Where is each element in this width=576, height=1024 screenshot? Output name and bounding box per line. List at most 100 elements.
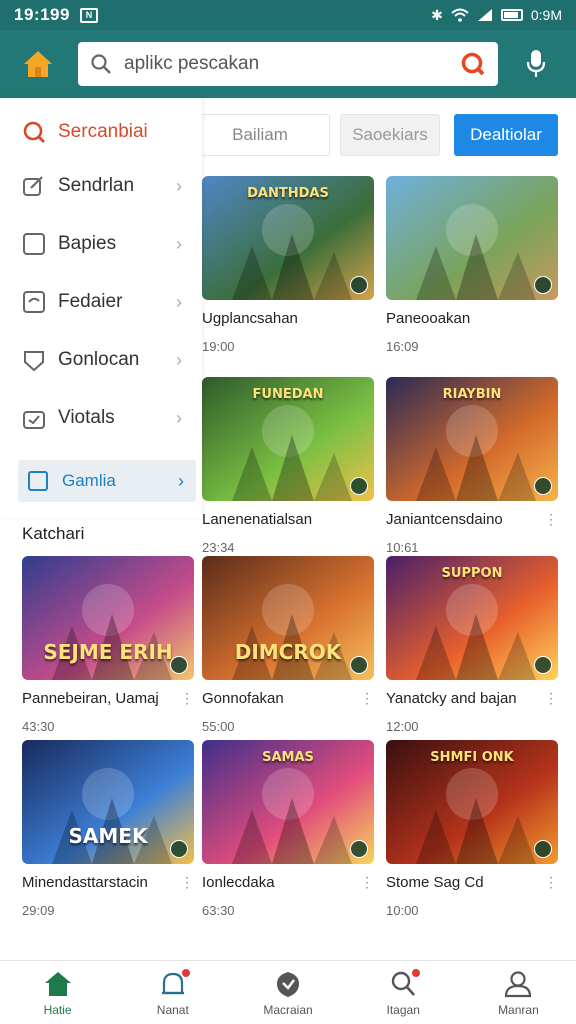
gift-icon — [23, 411, 45, 429]
search-bar[interactable]: aplikc pescakan — [78, 42, 498, 86]
more-options-icon[interactable]: ⋮ — [180, 690, 194, 707]
more-options-icon[interactable]: ⋮ — [360, 690, 374, 707]
video-title[interactable]: Ionlecdaka — [202, 874, 374, 891]
video-card[interactable]: Paneooakan 16:09 — [386, 176, 558, 354]
video-duration: 19:00 — [202, 339, 235, 354]
mic-button[interactable] — [522, 44, 550, 84]
video-title[interactable]: Yanatcky and bajan — [386, 690, 558, 707]
thumbnail-title: RIAYBIN — [442, 387, 502, 402]
play-badge-icon — [350, 840, 368, 858]
chip-bailiam[interactable]: Bailiam — [190, 114, 330, 156]
video-duration: 16:09 — [386, 339, 419, 354]
nav-macraian[interactable]: Macraian — [230, 961, 345, 1024]
video-thumbnail[interactable]: SAMAS — [202, 740, 374, 864]
drawer-item-label: Gamlia — [62, 471, 116, 490]
drawer-item-label: Viotals — [58, 407, 115, 428]
shield-icon — [273, 969, 303, 999]
more-options-icon[interactable]: ⋮ — [544, 690, 558, 707]
video-title[interactable]: Janiantcensdaino — [386, 511, 558, 528]
play-badge-icon — [534, 276, 552, 294]
nav-notifications[interactable]: Nanat — [115, 961, 230, 1024]
video-card[interactable]: DANTHDAS Ugplancsahan 19:00 — [202, 176, 374, 354]
video-card[interactable]: SAMEK Minendasttarstacin 29:09 ⋮ — [22, 740, 194, 918]
checkbox-icon — [28, 471, 48, 491]
notification-dot — [412, 968, 421, 977]
notification-dot — [181, 968, 190, 977]
more-options-icon[interactable]: ⋮ — [360, 874, 374, 891]
drawer-item-viotals[interactable]: Viotals › — [0, 392, 202, 444]
video-card[interactable]: SEJME ERIH Pannebeiran, Uamaj 43:30 ⋮ — [22, 556, 194, 734]
thumbnail-title: SEJME ERIH — [43, 640, 173, 664]
drawer-item-sendrlan[interactable]: Sendrlan › — [0, 160, 202, 212]
search-icon — [91, 54, 111, 74]
drawer-item-fedaier[interactable]: Fedaier › — [0, 276, 202, 328]
search-icon — [23, 121, 45, 143]
video-thumbnail[interactable]: SAMEK — [22, 740, 194, 864]
thumbnail-title: DANTHDAS — [247, 186, 329, 201]
chip-saoekiars[interactable]: Saoekiars — [340, 114, 440, 156]
video-title[interactable]: Paneooakan — [386, 310, 558, 327]
more-options-icon[interactable]: ⋮ — [544, 511, 558, 528]
chip-label: Dealtiolar — [470, 125, 542, 144]
video-title[interactable]: Lanenenatialsan — [202, 511, 374, 528]
video-thumbnail[interactable]: SEJME ERIH — [22, 556, 194, 680]
nav-profile[interactable]: Manran — [461, 961, 576, 1024]
bottom-nav: Hatie Nanat Macraian Itagan Manran — [0, 960, 576, 1024]
battery-icon — [500, 9, 523, 21]
play-badge-icon — [534, 477, 552, 495]
home-button[interactable] — [16, 42, 60, 86]
edit-icon — [23, 176, 43, 196]
video-thumbnail[interactable]: DANTHDAS — [202, 176, 374, 300]
video-thumbnail[interactable]: DIMCROK — [202, 556, 374, 680]
video-title[interactable]: Ugplancsahan — [202, 310, 374, 327]
video-thumbnail[interactable]: FUNEDAN — [202, 377, 374, 501]
nav-label: Itagan — [386, 1002, 420, 1017]
nav-label: Hatie — [43, 1002, 72, 1017]
chevron-right-icon: › — [176, 233, 182, 254]
video-card[interactable]: FUNEDAN Lanenenatialsan 23:34 — [202, 377, 374, 555]
video-thumbnail[interactable]: SHMFI ONK — [386, 740, 558, 864]
video-title[interactable]: Minendasttarstacin — [22, 874, 194, 891]
app-bar: aplikc pescakan — [0, 30, 576, 98]
video-title[interactable]: Pannebeiran, Uamaj — [22, 690, 194, 707]
drawer-item-bapies[interactable]: Bapies › — [0, 218, 202, 270]
video-card[interactable]: RIAYBIN Janiantcensdaino 10:61 ⋮ — [386, 377, 558, 555]
chip-dealtiolar[interactable]: Dealtiolar — [454, 114, 558, 156]
square-icon — [23, 233, 45, 255]
video-thumbnail[interactable]: RIAYBIN — [386, 377, 558, 501]
drawer-item-label: Sercanbiai — [58, 121, 148, 142]
video-card[interactable]: SUPPON Yanatcky and bajan 12:00 ⋮ — [386, 556, 558, 734]
search-logo-icon[interactable] — [460, 51, 486, 77]
thumbnail-title: SAMAS — [262, 750, 314, 765]
video-duration: 63:30 — [202, 903, 235, 918]
drawer-item-search[interactable]: Sercanbiai — [0, 106, 202, 158]
video-thumbnail[interactable] — [386, 176, 558, 300]
more-options-icon[interactable]: ⋮ — [180, 874, 194, 891]
bluetooth-icon: ✱ — [431, 6, 443, 23]
drawer-item-gamlia[interactable]: Gamlia › — [18, 460, 196, 502]
video-title[interactable]: Stome Sag Cd — [386, 874, 558, 891]
play-badge-icon — [170, 840, 188, 858]
video-duration: 23:34 — [202, 540, 235, 555]
drawer-item-gonlocan[interactable]: Gonlocan › — [0, 334, 202, 386]
play-badge-icon — [350, 477, 368, 495]
home-icon — [43, 969, 73, 999]
profile-icon — [503, 969, 533, 999]
chevron-right-icon: › — [176, 407, 182, 428]
video-duration: 43:30 — [22, 719, 55, 734]
video-title[interactable]: Gonnofakan — [202, 690, 374, 707]
status-time: 19:199 — [14, 5, 70, 24]
thumbnail-title: SUPPON — [441, 566, 503, 581]
video-card[interactable]: SHMFI ONK Stome Sag Cd 10:00 ⋮ — [386, 740, 558, 918]
heart-icon — [24, 351, 44, 372]
video-card[interactable]: DIMCROK Gonnofakan 55:00 ⋮ — [202, 556, 374, 734]
nav-itagan[interactable]: Itagan — [346, 961, 461, 1024]
app-root: 19:199 N ✱ 0:9M aplikc pescakan Bailiam — [0, 0, 576, 1024]
play-badge-icon — [350, 276, 368, 294]
video-duration: 12:00 — [386, 719, 419, 734]
search-input[interactable]: aplikc pescakan — [124, 53, 460, 75]
video-card[interactable]: SAMAS Ionlecdaka 63:30 ⋮ — [202, 740, 374, 918]
nav-home[interactable]: Hatie — [0, 961, 115, 1024]
more-options-icon[interactable]: ⋮ — [544, 874, 558, 891]
video-thumbnail[interactable]: SUPPON — [386, 556, 558, 680]
